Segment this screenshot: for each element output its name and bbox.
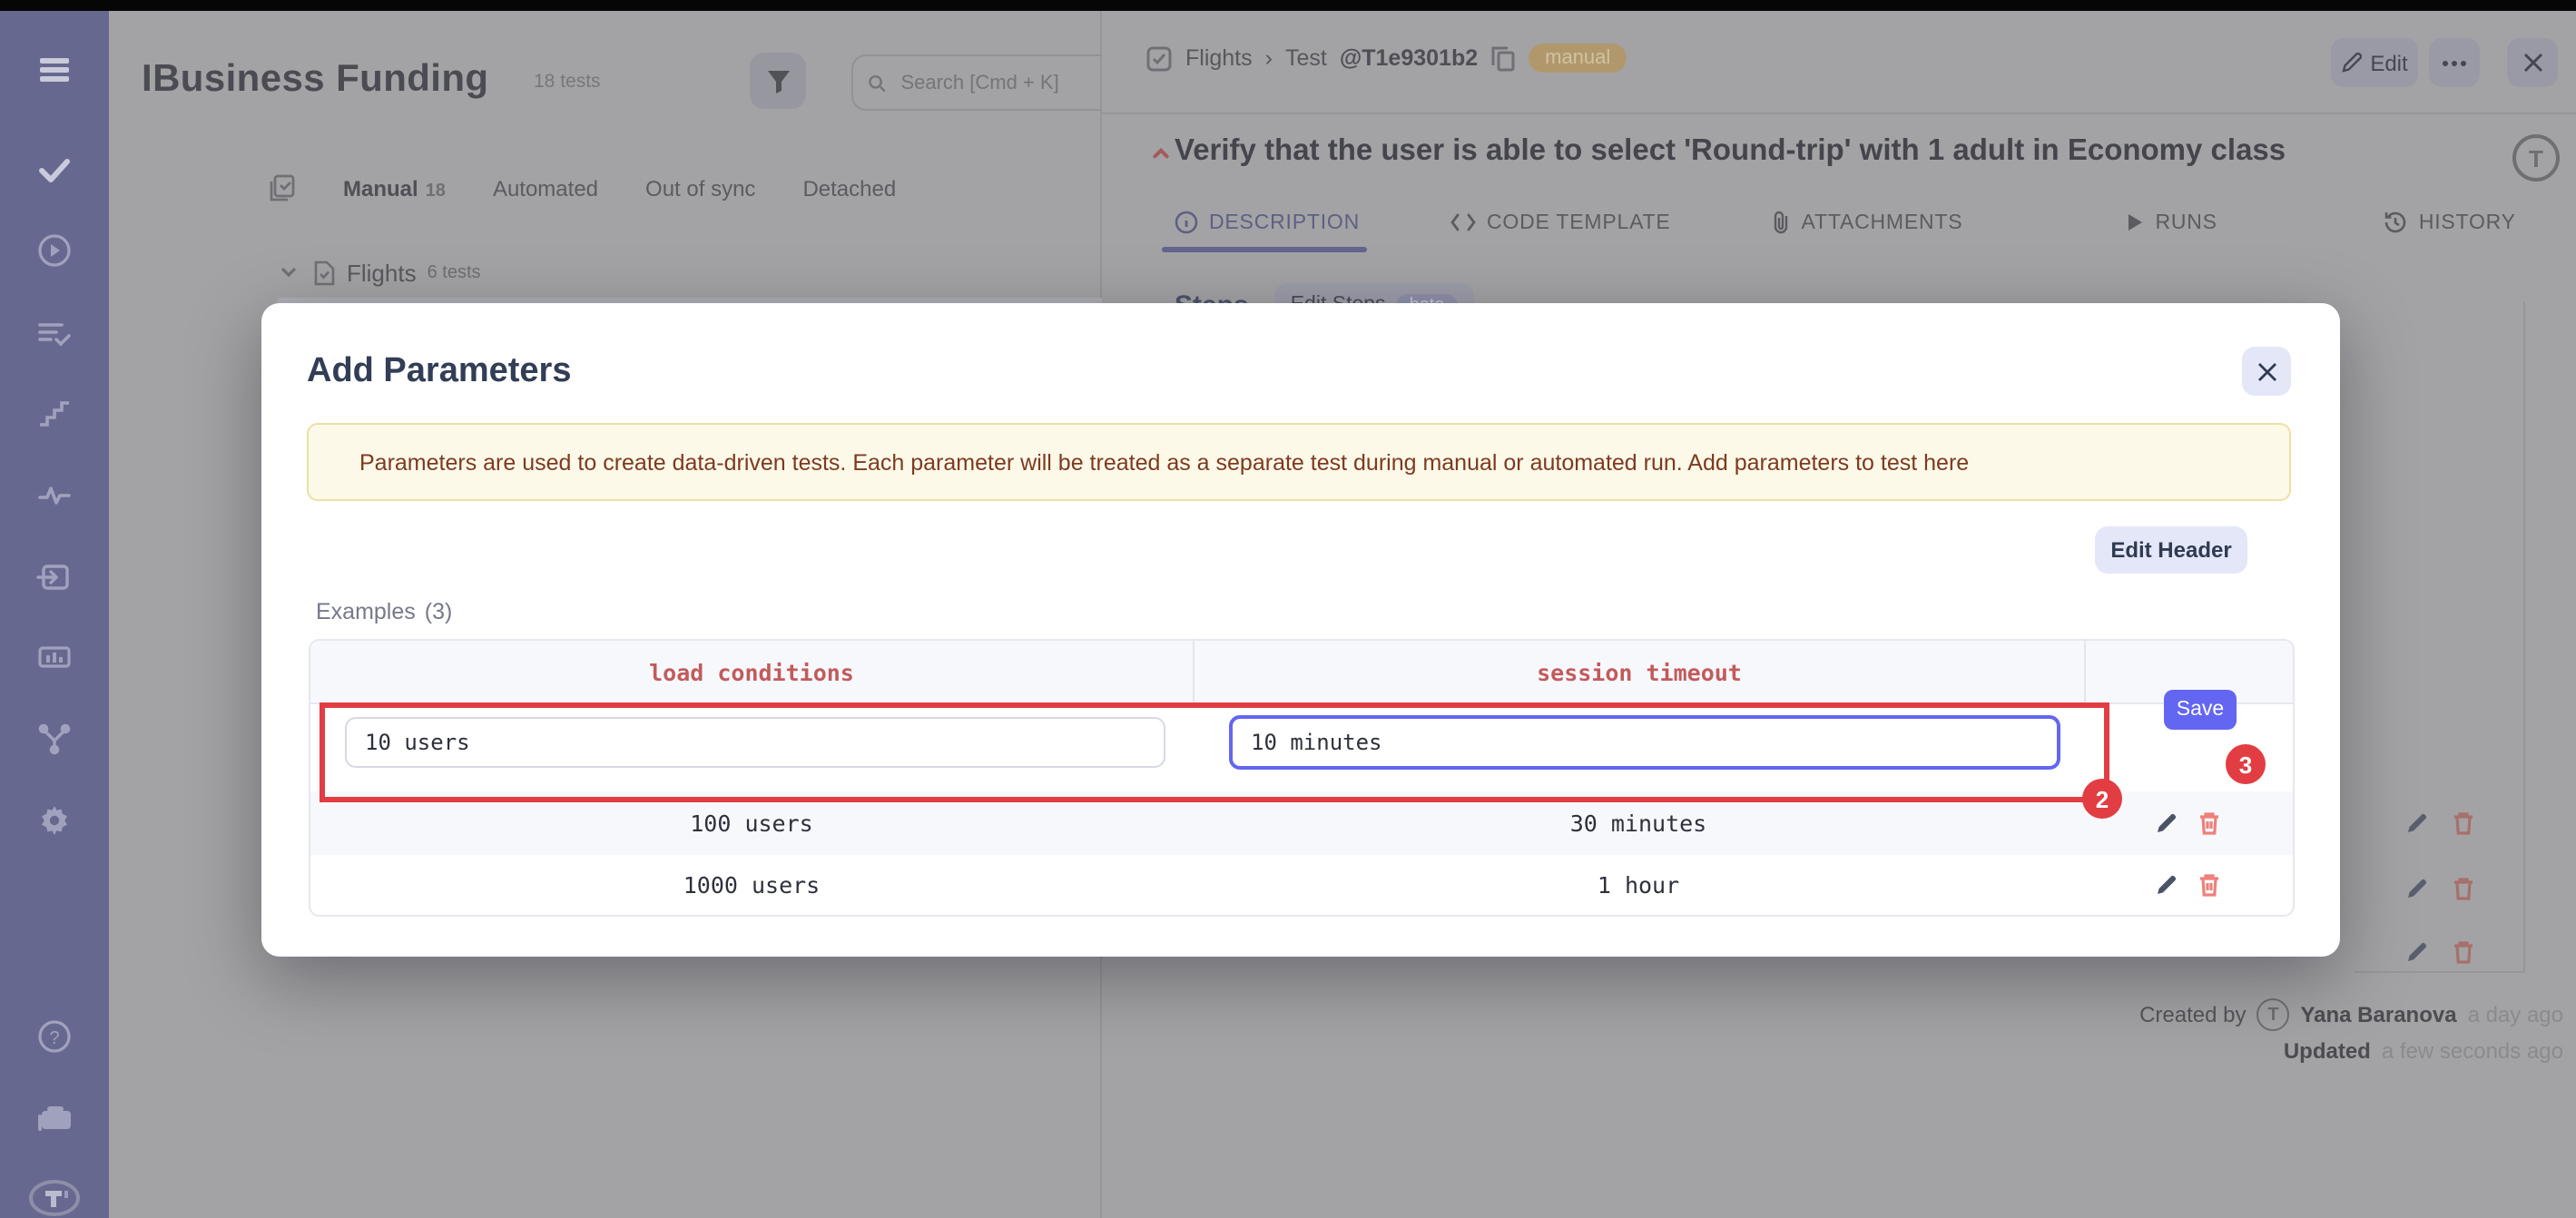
annotation-badge-3: 3: [2226, 744, 2266, 784]
modal-title: Add Parameters: [307, 352, 572, 390]
annotation-badge-2: 2: [2082, 779, 2122, 819]
app-root: ? IBusiness Funding 18 tests Search [Cmd…: [0, 0, 2576, 1218]
column-separator: [2084, 641, 2086, 702]
edit-row-button[interactable]: [2154, 872, 2178, 896]
examples-heading: Examples (3): [316, 599, 453, 624]
info-banner: Parameters are used to create data-drive…: [307, 423, 2291, 501]
cell-load-conditions: 1000 users: [683, 870, 821, 898]
close-icon: [2257, 362, 2276, 380]
column-header-load-conditions: load conditions: [649, 658, 854, 685]
annotation-box-step2: [320, 702, 2109, 802]
delete-row-button[interactable]: [2197, 872, 2219, 896]
delete-row-button[interactable]: [2197, 811, 2219, 835]
examples-count: (3): [424, 599, 453, 624]
edit-row-button[interactable]: [2154, 811, 2178, 835]
modal-close-button[interactable]: [2242, 347, 2291, 396]
table-header-row: load conditions session timeout: [310, 641, 2293, 704]
table-row: 1000 users 1 hour: [310, 855, 2293, 913]
save-button[interactable]: Save: [2164, 690, 2237, 730]
add-parameters-modal: Add Parameters Parameters are used to cr…: [261, 303, 2340, 957]
edit-header-button[interactable]: Edit Header: [2095, 526, 2247, 574]
column-header-session-timeout: session timeout: [1537, 658, 1742, 685]
cell-session-timeout: 1 hour: [1597, 870, 1680, 898]
